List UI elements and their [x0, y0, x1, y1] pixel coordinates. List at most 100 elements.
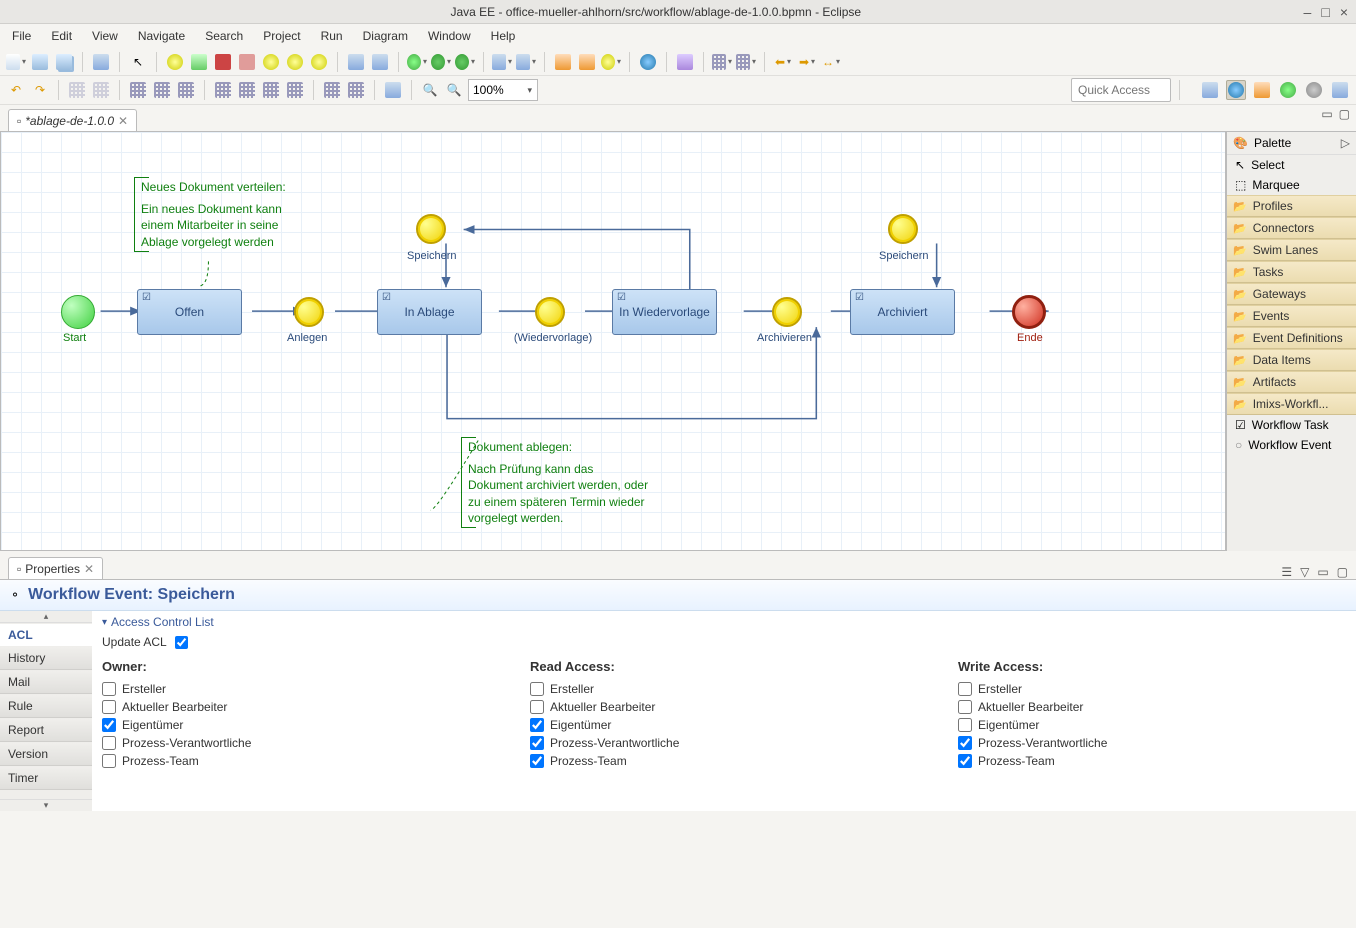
step-return-button[interactable]	[309, 52, 329, 72]
read-checkbox-3[interactable]	[530, 736, 544, 750]
palette-folder-events[interactable]: Events	[1227, 305, 1356, 327]
event-wiedervorlage[interactable]	[535, 297, 565, 327]
zoom-out-button[interactable]: 🔍	[420, 80, 440, 100]
palette-folder-data-items[interactable]: Data Items	[1227, 349, 1356, 371]
align-left-button[interactable]	[128, 80, 148, 100]
java-ee-perspective-button[interactable]	[1226, 80, 1246, 100]
pin-button[interactable]	[675, 52, 695, 72]
properties-dropdown-button[interactable]: ▽	[1300, 565, 1309, 579]
menu-search[interactable]: Search	[197, 27, 251, 45]
sidebar-scroll-up[interactable]: ▴	[0, 611, 92, 623]
snap-button[interactable]	[383, 80, 403, 100]
sidebar-tab-history[interactable]: History	[0, 647, 92, 670]
palette-folder-tasks[interactable]: Tasks	[1227, 261, 1356, 283]
dist-v-button[interactable]	[237, 80, 257, 100]
search-button[interactable]	[601, 52, 621, 72]
close-properties-icon[interactable]: ✕	[84, 562, 94, 576]
task-offen[interactable]: Offen	[137, 289, 242, 335]
event-archivieren[interactable]	[772, 297, 802, 327]
sidebar-tab-rule[interactable]: Rule	[0, 695, 92, 718]
paste-button[interactable]	[91, 80, 111, 100]
write-checkbox-4[interactable]	[958, 754, 972, 768]
open-perspective-button[interactable]	[1200, 80, 1220, 100]
debug-perspective-button[interactable]	[1278, 80, 1298, 100]
update-acl-checkbox[interactable]	[175, 636, 188, 649]
acl-section-title[interactable]: Access Control List	[102, 615, 1346, 629]
distribute-button[interactable]	[736, 52, 756, 72]
dist-h-button[interactable]	[213, 80, 233, 100]
diagram-canvas[interactable]: Start Offen Anlegen In Ablage Speichern …	[0, 132, 1226, 551]
owner-checkbox-4[interactable]	[102, 754, 116, 768]
annotation-2[interactable]: Dokument ablegen: Nach Prüfung kann das …	[461, 437, 656, 528]
palette-header[interactable]: 🎨 Palette ▷	[1227, 132, 1356, 155]
close-tab-icon[interactable]: ✕	[118, 114, 128, 128]
palette-workflow-task[interactable]: Workflow Task	[1227, 415, 1356, 435]
task-archiviert[interactable]: Archiviert	[850, 289, 955, 335]
sidebar-tab-acl[interactable]: ACL	[0, 624, 92, 646]
palette-collapse-icon[interactable]: ▷	[1341, 136, 1350, 150]
task-in-ablage[interactable]: In Ablage	[377, 289, 482, 335]
sidebar-tab-report[interactable]: Report	[0, 719, 92, 742]
palette-folder-imixs[interactable]: Imixs-Workfl...	[1227, 393, 1356, 415]
debug-config-button[interactable]	[407, 52, 427, 72]
menu-view[interactable]: View	[84, 27, 126, 45]
owner-checkbox-2[interactable]	[102, 718, 116, 732]
properties-view-menu-button[interactable]: ☰	[1281, 565, 1292, 579]
web-browser-button[interactable]	[638, 52, 658, 72]
minimize-editor-button[interactable]: ▭	[1321, 107, 1332, 121]
menu-diagram[interactable]: Diagram	[355, 27, 416, 45]
palette-workflow-event[interactable]: Workflow Event	[1227, 435, 1356, 455]
owner-checkbox-3[interactable]	[102, 736, 116, 750]
close-button[interactable]: ×	[1340, 4, 1348, 20]
write-checkbox-2[interactable]	[958, 718, 972, 732]
sidebar-tab-mail[interactable]: Mail	[0, 671, 92, 694]
read-checkbox-4[interactable]	[530, 754, 544, 768]
owner-checkbox-0[interactable]	[102, 682, 116, 696]
event-speichern-2[interactable]	[888, 214, 918, 244]
zoom-in-button[interactable]: 🔍	[444, 80, 464, 100]
minimize-button[interactable]: –	[1304, 4, 1312, 20]
editor-tab-ablage[interactable]: ▫ *ablage-de-1.0.0 ✕	[8, 109, 137, 131]
run-config-button[interactable]	[431, 52, 451, 72]
menu-window[interactable]: Window	[420, 27, 479, 45]
minimize-properties-button[interactable]: ▭	[1317, 565, 1328, 579]
menu-edit[interactable]: Edit	[43, 27, 80, 45]
sidebar-tab-version[interactable]: Version	[0, 743, 92, 766]
step-into-button[interactable]	[261, 52, 281, 72]
resource-perspective-button[interactable]	[1330, 80, 1350, 100]
palette-folder-artifacts[interactable]: Artifacts	[1227, 371, 1356, 393]
read-checkbox-2[interactable]	[530, 718, 544, 732]
read-checkbox-0[interactable]	[530, 682, 544, 696]
menu-run[interactable]: Run	[313, 27, 351, 45]
annotation-1[interactable]: Neues Dokument verteilen: Ein neues Doku…	[134, 177, 294, 252]
save-button[interactable]	[30, 52, 50, 72]
maximize-properties-button[interactable]: ▢	[1337, 565, 1348, 579]
nav-fwd-button[interactable]: ➡	[797, 52, 817, 72]
match-w-button[interactable]	[285, 80, 305, 100]
properties-tab[interactable]: ▫ Properties ✕	[8, 557, 103, 579]
coverage-button[interactable]	[455, 52, 475, 72]
debug-skip-button[interactable]	[165, 52, 185, 72]
copy-button[interactable]	[67, 80, 87, 100]
palette-folder-profiles[interactable]: Profiles	[1227, 195, 1356, 217]
menu-project[interactable]: Project	[255, 27, 308, 45]
palette-folder-swim-lanes[interactable]: Swim Lanes	[1227, 239, 1356, 261]
select-frame-button[interactable]	[346, 52, 366, 72]
write-checkbox-0[interactable]	[958, 682, 972, 696]
zoom-select[interactable]	[468, 79, 538, 101]
align-right-button[interactable]	[176, 80, 196, 100]
palette-folder-gateways[interactable]: Gateways	[1227, 283, 1356, 305]
sidebar-tab-timer[interactable]: Timer	[0, 767, 92, 790]
toggle-grid-button[interactable]	[346, 80, 366, 100]
debug-pause-button[interactable]	[189, 52, 209, 72]
end-event[interactable]	[1012, 295, 1046, 329]
git-perspective-button[interactable]	[1252, 80, 1272, 100]
switch-view-button[interactable]	[91, 52, 111, 72]
redo-button[interactable]: ↷	[30, 80, 50, 100]
owner-checkbox-1[interactable]	[102, 700, 116, 714]
menu-navigate[interactable]: Navigate	[130, 27, 193, 45]
event-speichern-1[interactable]	[416, 214, 446, 244]
new-button[interactable]	[6, 52, 26, 72]
palette-folder-event-definitions[interactable]: Event Definitions	[1227, 327, 1356, 349]
undo-button[interactable]: ↶	[6, 80, 26, 100]
